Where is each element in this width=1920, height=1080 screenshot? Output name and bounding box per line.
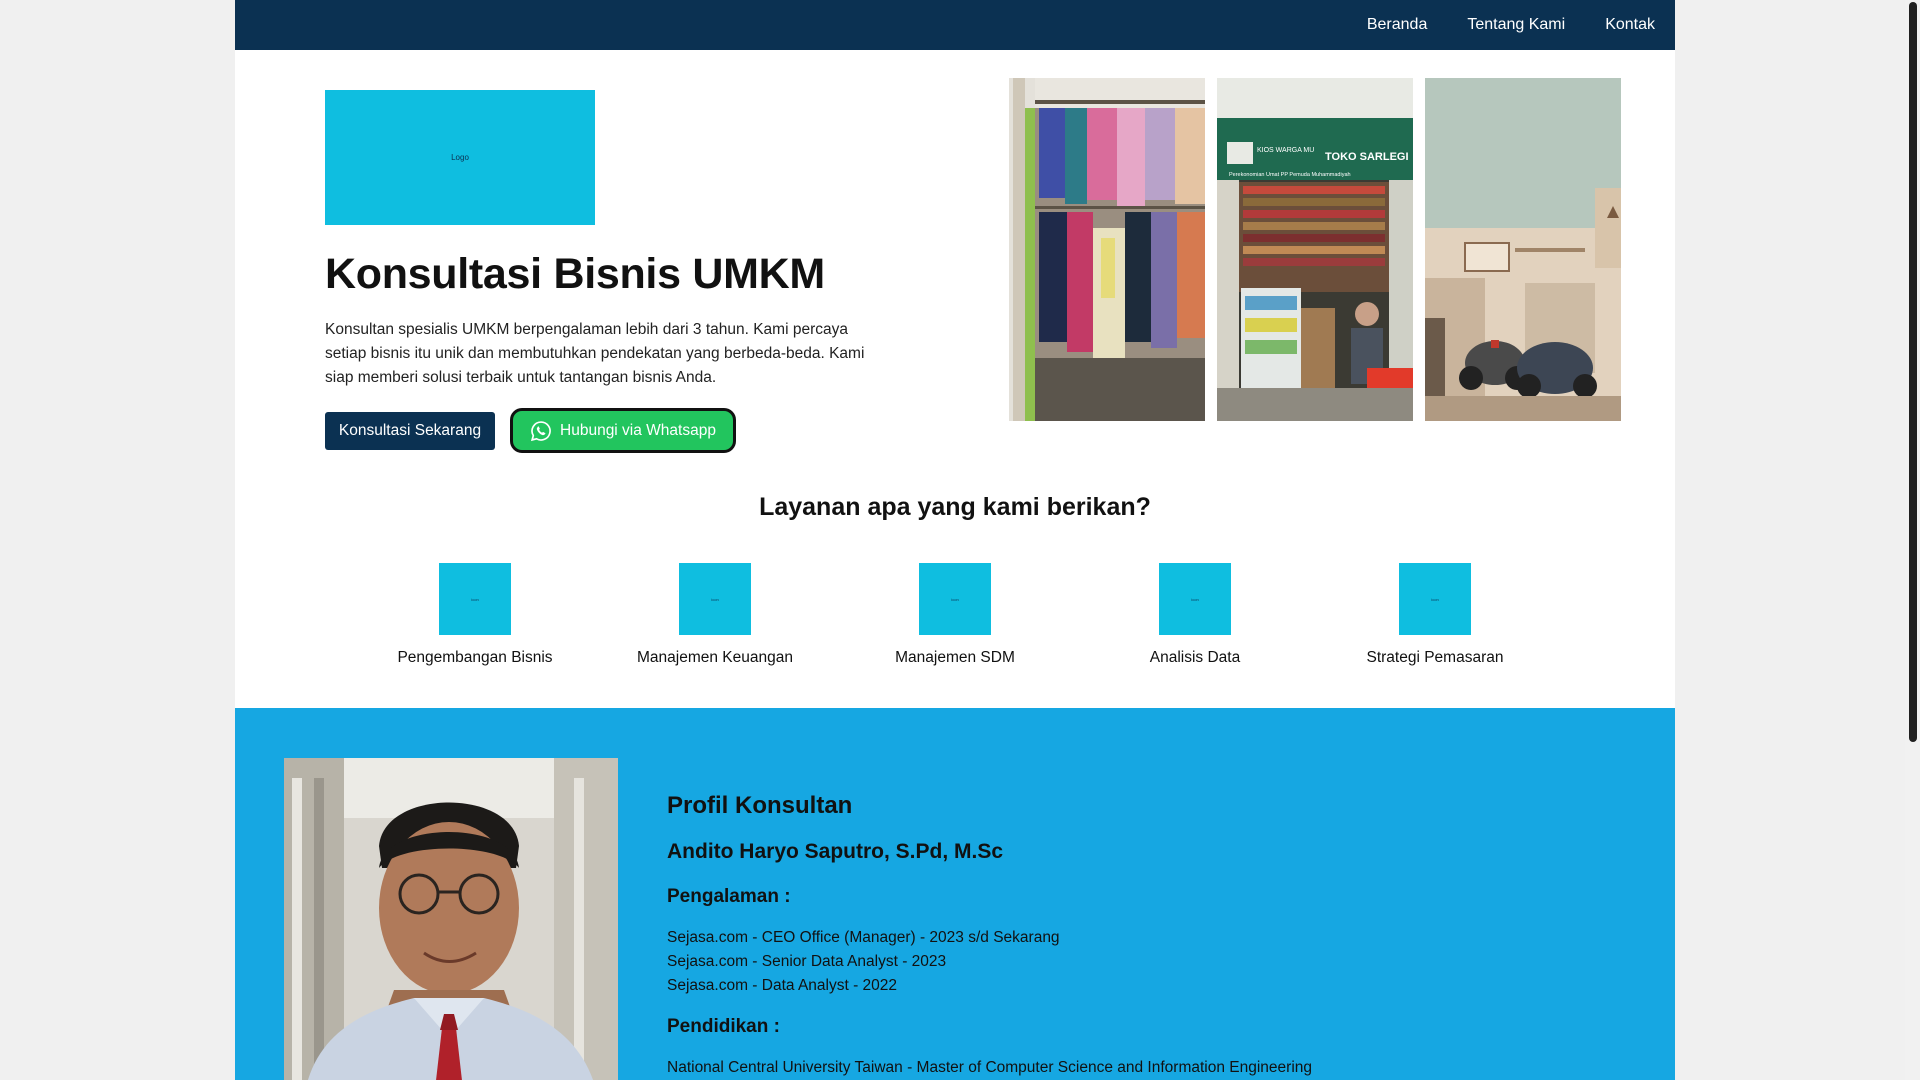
whatsapp-button[interactable]: Hubungi via Whatsapp xyxy=(510,408,736,453)
service-icon-text: icon xyxy=(951,596,959,602)
nav-link-kontak[interactable]: Kontak xyxy=(1605,16,1655,34)
profile-section: Profil Konsultan Andito Haryo Saputro, S… xyxy=(235,708,1675,1080)
service-item-analisis-data[interactable]: icon Analisis Data xyxy=(1075,563,1315,667)
services-title: Layanan apa yang kami berikan? xyxy=(759,493,1151,521)
service-icon-text: icon xyxy=(711,596,719,602)
service-icon-text: icon xyxy=(1191,596,1199,602)
top-navbar: Beranda Tentang Kami Kontak xyxy=(235,0,1675,50)
education-list: National Central University Taiwan - Mas… xyxy=(667,1056,1312,1080)
whatsapp-icon xyxy=(530,420,551,441)
hero-title: Konsultasi Bisnis UMKM xyxy=(325,250,825,298)
kiosk-shop-photo: KIOS WARGA MU TOKO SARLEGI Perekonomian … xyxy=(1217,78,1413,421)
education-heading: Pendidikan : xyxy=(667,1016,780,1037)
experience-item: Sejasa.com - Data Analyst - 2022 xyxy=(667,977,898,994)
consultant-portrait xyxy=(284,758,618,1080)
nav-link-beranda[interactable]: Beranda xyxy=(1367,16,1428,34)
experience-list: Sejasa.com - CEO Office (Manager) - 2023… xyxy=(667,926,1312,998)
service-icon: icon xyxy=(919,563,991,635)
logo-text: Logo xyxy=(451,153,469,162)
service-icon: icon xyxy=(1159,563,1231,635)
consultant-name: Andito Haryo Saputro, S.Pd, M.Sc xyxy=(667,840,1004,863)
hero-description: Konsultan spesialis UMKM berpengalaman l… xyxy=(325,321,865,386)
hero-section: Logo Konsultasi Bisnis UMKM Konsultan sp… xyxy=(235,50,1675,470)
consult-now-button[interactable]: Konsultasi Sekarang xyxy=(325,412,495,450)
storefront-photo xyxy=(1425,78,1621,421)
kiosk-sign-text: KIOS WARGA MU xyxy=(1257,147,1314,154)
shop-subsign-text: Perekonomian Umat PP Pemuda Muhammadiyah xyxy=(1229,172,1351,178)
service-label: Manajemen Keuangan xyxy=(637,649,793,666)
service-icon-text: icon xyxy=(471,596,479,602)
service-icon: icon xyxy=(679,563,751,635)
service-label: Manajemen SDM xyxy=(895,649,1015,666)
whatsapp-button-label: Hubungi via Whatsapp xyxy=(560,421,716,439)
service-item-strategi-pemasaran[interactable]: icon Strategi Pemasaran xyxy=(1315,563,1555,667)
education-item: National Central University Taiwan - Mas… xyxy=(667,1059,1312,1076)
service-icon: icon xyxy=(439,563,511,635)
service-item-pengembangan-bisnis[interactable]: icon Pengembangan Bisnis xyxy=(355,563,595,667)
experience-heading: Pengalaman : xyxy=(667,886,791,907)
service-icon-text: icon xyxy=(1431,596,1439,602)
page: Beranda Tentang Kami Kontak Logo Konsult… xyxy=(235,0,1675,1080)
services-list: icon Pengembangan Bisnis icon Manajemen … xyxy=(355,563,1555,667)
experience-item: Sejasa.com - CEO Office (Manager) - 2023… xyxy=(667,929,1060,946)
consult-now-label: Konsultasi Sekarang xyxy=(338,422,482,439)
scrollbar[interactable] xyxy=(1905,0,1920,1080)
profile-content: Profil Konsultan Andito Haryo Saputro, S… xyxy=(667,792,1312,1080)
service-label: Strategi Pemasaran xyxy=(1366,649,1504,666)
scrollbar-thumb[interactable] xyxy=(1909,2,1917,742)
profile-heading: Profil Konsultan xyxy=(667,792,853,819)
shop-sign-text: TOKO SARLEGI xyxy=(1325,151,1409,163)
service-icon: icon xyxy=(1399,563,1471,635)
service-label: Analisis Data xyxy=(1149,649,1241,666)
service-label: Pengembangan Bisnis xyxy=(397,649,553,666)
service-item-manajemen-keuangan[interactable]: icon Manajemen Keuangan xyxy=(595,563,835,667)
clothing-stall-photo xyxy=(1009,78,1205,421)
experience-item: Sejasa.com - Senior Data Analyst - 2023 xyxy=(667,953,947,970)
service-item-manajemen-sdm[interactable]: icon Manajemen SDM xyxy=(835,563,1075,667)
logo-placeholder: Logo xyxy=(325,90,595,225)
nav-link-tentang-kami[interactable]: Tentang Kami xyxy=(1467,16,1565,34)
